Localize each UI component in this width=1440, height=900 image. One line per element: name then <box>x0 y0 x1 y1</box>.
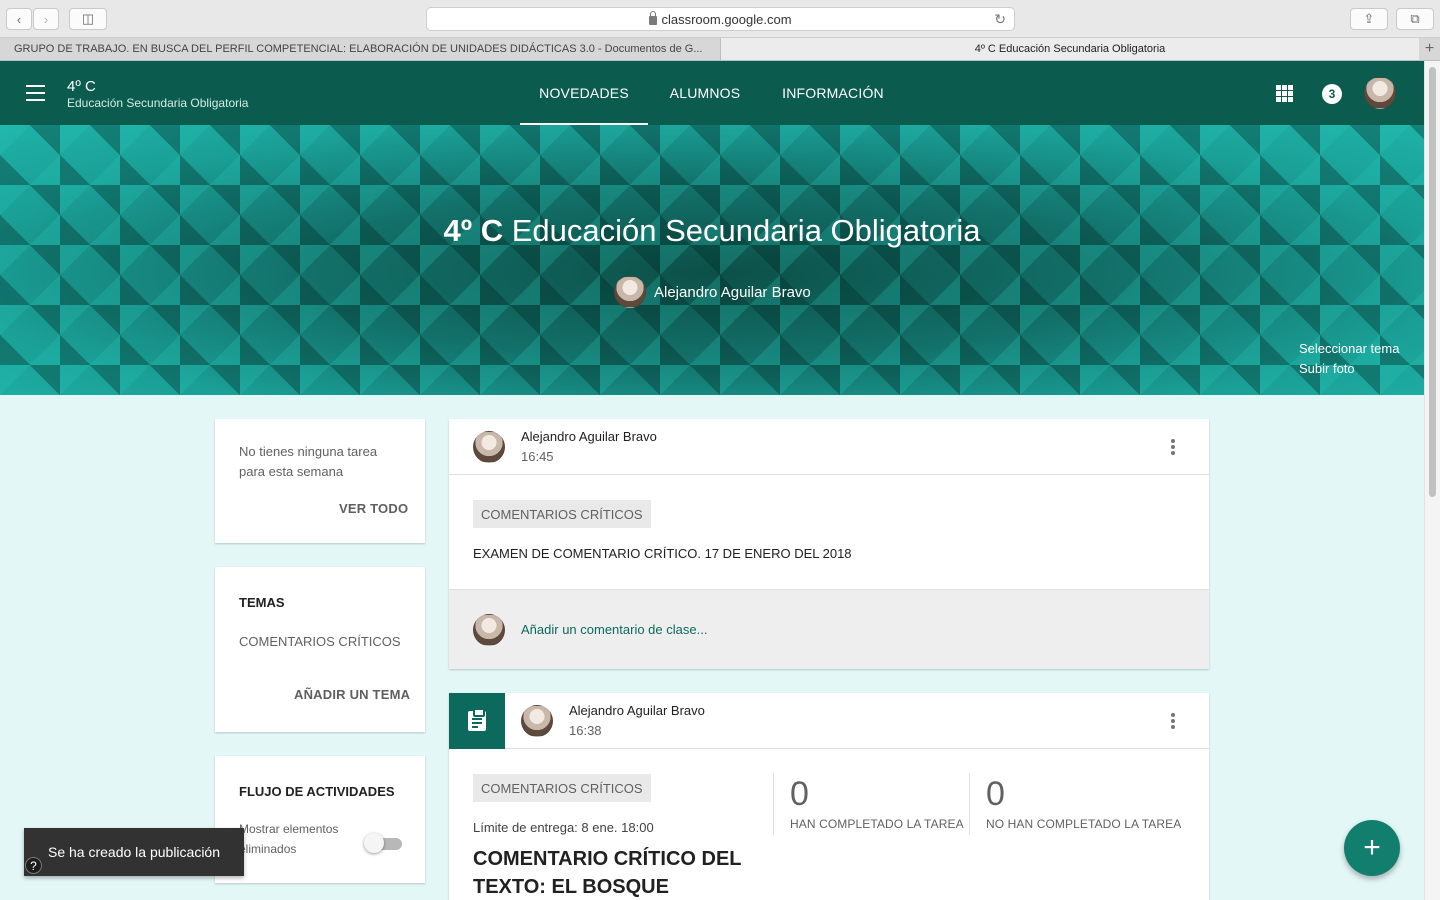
reload-icon[interactable]: ↻ <box>994 11 1006 28</box>
due-date: Límite de entrega: 8 ene. 18:00 <box>473 820 654 835</box>
post-time: 16:38 <box>569 723 602 738</box>
class-name[interactable]: 4º C <box>67 78 96 95</box>
add-topic-button[interactable]: AÑADIR UN TEMA <box>294 687 410 702</box>
topic-chip[interactable]: COMENTARIOS CRÍTICOS <box>473 500 651 528</box>
browser-tab-documentos[interactable]: GRUPO DE TRABAJO. EN BUSCA DEL PERFIL CO… <box>0 38 721 60</box>
assignment-icon <box>449 693 505 749</box>
topics-card: TEMAS COMENTARIOS CRÍTICOS AÑADIR UN TEM… <box>215 567 425 732</box>
upcoming-card: No tienes ninguna tarea para esta semana… <box>215 419 425 543</box>
scrollbar-thumb[interactable] <box>1429 67 1436 497</box>
view-all-button[interactable]: VER TODO <box>339 501 408 516</box>
author-name: Alejandro Aguilar Bravo <box>569 703 705 718</box>
tab-novedades[interactable]: NOVEDADES <box>520 61 648 125</box>
author-avatar <box>521 705 553 737</box>
browser-toolbar: ‹ › ◫ classroom.google.com ↻ ⇪ ⧉ <box>0 0 1440 38</box>
assignment-card: Alejandro Aguilar Bravo 16:38 COMENTARIO… <box>449 693 1209 900</box>
page-scrollbar[interactable] <box>1424 61 1440 900</box>
not-completed-count[interactable]: 0 <box>986 775 1005 814</box>
back-button[interactable]: ‹ <box>6 8 32 30</box>
completed-label: HAN COMPLETADO LA TAREA <box>790 817 964 831</box>
address-bar[interactable]: classroom.google.com ↻ <box>426 7 1015 31</box>
topics-heading: TEMAS <box>239 595 285 610</box>
post-time: 16:45 <box>521 449 554 464</box>
forward-button[interactable]: › <box>33 8 59 30</box>
author-name: Alejandro Aguilar Bravo <box>521 429 657 444</box>
help-icon[interactable]: ? <box>25 857 42 874</box>
show-deleted-label: Mostrar elementos eliminados <box>239 819 338 859</box>
tab-informacion[interactable]: INFORMACIÓN <box>772 61 894 125</box>
banner-links: Seleccionar tema Subir foto <box>1299 339 1399 379</box>
assignment-title-line1: COMENTARIO CRÍTICO DEL <box>473 848 742 870</box>
select-theme-link[interactable]: Seleccionar tema <box>1299 339 1399 359</box>
teacher-info: Alejandro Aguilar Bravo <box>614 276 811 308</box>
banner-title: 4º C Educación Secundaria Obligatoria <box>0 213 1424 249</box>
topic-item[interactable]: COMENTARIOS CRÍTICOS <box>239 632 401 652</box>
teacher-name: Alejandro Aguilar Bravo <box>654 283 811 301</box>
add-class-comment-link[interactable]: Añadir un comentario de clase... <box>521 622 707 637</box>
author-avatar <box>473 431 505 463</box>
add-post-fab[interactable]: + <box>1344 820 1400 876</box>
completed-count[interactable]: 0 <box>790 775 809 814</box>
url-text: classroom.google.com <box>661 11 792 27</box>
upcoming-text-line2: para esta semana <box>239 464 344 479</box>
snackbar-toast: Se ha creado la publicación <box>24 828 244 876</box>
sidebar-toggle-button[interactable]: ◫ <box>69 8 107 30</box>
upcoming-text: No tienes ninguna tarea para esta semana <box>239 442 377 482</box>
account-avatar[interactable] <box>1364 77 1396 109</box>
apps-grid-icon[interactable] <box>1276 85 1293 102</box>
browser-tab-classroom[interactable]: 4º C Educación Secundaria Obligatoria <box>721 38 1419 60</box>
upload-photo-link[interactable]: Subir foto <box>1299 359 1399 379</box>
post-body: EXAMEN DE COMENTARIO CRÍTICO. 17 DE ENER… <box>473 546 852 561</box>
notifications-badge[interactable]: 3 <box>1322 84 1342 104</box>
new-tab-button[interactable]: + <box>1419 38 1440 60</box>
tab-alumnos[interactable]: ALUMNOS <box>658 61 752 125</box>
show-deleted-line2: eliminados <box>239 842 297 856</box>
show-deleted-toggle[interactable] <box>364 833 402 853</box>
more-options-icon[interactable] <box>1171 439 1175 455</box>
class-subtitle[interactable]: Educación Secundaria Obligatoria <box>67 96 248 110</box>
upcoming-text-line1: No tienes ninguna tarea <box>239 444 378 459</box>
banner-title-subject: Educación Secundaria Obligatoria <box>511 213 981 248</box>
teacher-avatar <box>614 276 646 308</box>
banner-title-class: 4º C <box>443 213 504 248</box>
topic-chip[interactable]: COMENTARIOS CRÍTICOS <box>473 774 651 802</box>
stream-heading: FLUJO DE ACTIVIDADES <box>239 784 395 799</box>
post-card: Alejandro Aguilar Bravo 16:45 COMENTARIO… <box>449 419 1209 669</box>
more-options-icon[interactable] <box>1171 713 1175 729</box>
class-comment-area: Añadir un comentario de clase... <box>449 589 1209 669</box>
class-banner: 4º C Educación Secundaria Obligatoria Al… <box>0 125 1424 395</box>
tabs-overview-button[interactable]: ⧉ <box>1396 8 1434 30</box>
assignment-header: Alejandro Aguilar Bravo 16:38 <box>449 693 1209 749</box>
share-button[interactable]: ⇪ <box>1350 8 1388 30</box>
assignment-title[interactable]: COMENTARIO CRÍTICO DEL TEXTO: EL BOSQUE <box>473 845 773 900</box>
divider <box>773 773 774 835</box>
menu-icon[interactable] <box>26 85 45 101</box>
app-header: 4º C Educación Secundaria Obligatoria NO… <box>0 61 1424 125</box>
activity-stream-card: FLUJO DE ACTIVIDADES Mostrar elementos e… <box>215 756 425 883</box>
show-deleted-line1: Mostrar elementos <box>239 822 339 836</box>
commenter-avatar <box>473 614 505 646</box>
browser-tab-bar: GRUPO DE TRABAJO. EN BUSCA DEL PERFIL CO… <box>0 38 1440 61</box>
lock-icon <box>649 10 658 25</box>
assignment-title-line2: TEXTO: EL BOSQUE <box>473 876 669 898</box>
post-header: Alejandro Aguilar Bravo 16:45 <box>449 419 1209 475</box>
not-completed-label: NO HAN COMPLETADO LA TAREA <box>986 817 1182 831</box>
divider <box>969 773 970 835</box>
